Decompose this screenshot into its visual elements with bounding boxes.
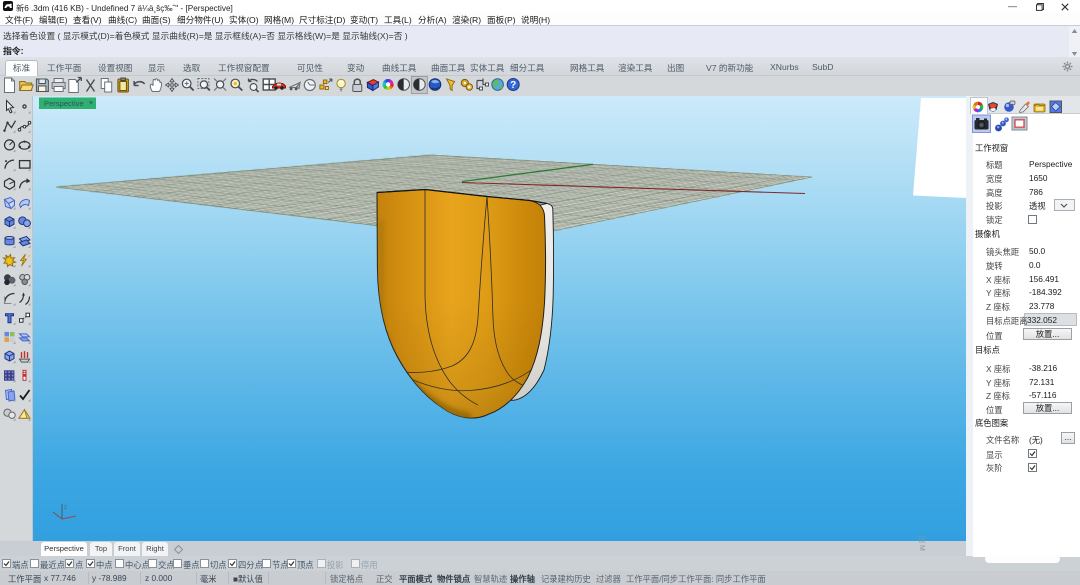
svg-text:Perspective: Perspective	[44, 99, 84, 108]
svg-text:?: ?	[510, 80, 516, 91]
svg-text:z: z	[64, 505, 67, 511]
